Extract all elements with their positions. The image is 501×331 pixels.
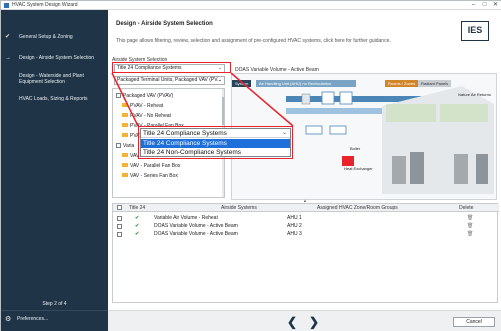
title-bar: HVAC System Design Wizard – □ ✕ — [1, 1, 501, 10]
dropdown-option[interactable]: Title 24 Compliance Systems — [141, 139, 290, 148]
wizard-window: HVAC System Design Wizard – □ ✕ ✔ Genera… — [0, 0, 501, 331]
step-label: Design - Waterside and Plant Equipment S… — [19, 73, 84, 85]
column-header[interactable]: Title 24 — [129, 204, 145, 212]
trash-icon[interactable]: 🗑 — [467, 222, 473, 230]
step-label: General Setup & Zoning — [19, 34, 73, 40]
system-name: Variable Air Volume - Reheat — [154, 215, 218, 221]
trash-icon[interactable]: 🗑 — [467, 214, 473, 222]
step-label: HVAC Loads, Sizing & Reports — [19, 96, 88, 102]
arrow-right-icon: → — [5, 55, 11, 61]
row-checkbox[interactable] — [117, 232, 122, 237]
window-title: HVAC System Design Wizard — [12, 2, 78, 8]
system-name: DOAS Variable Volume - Active Beam — [154, 231, 238, 237]
page-title: Design - Airside System Selection — [116, 21, 213, 27]
system-icon — [122, 163, 128, 167]
back-button[interactable]: ❮ — [286, 315, 298, 329]
column-header[interactable]: Airside Systems — [221, 204, 257, 212]
column-header[interactable]: Assigned HVAC Zone/Room Groups — [317, 204, 398, 212]
schematic-label: Nature Air Returns — [458, 92, 491, 97]
sidebar-divider — [1, 310, 108, 311]
close-button[interactable]: ✕ — [490, 1, 501, 10]
list-item[interactable]: Packaged VAV (PVAV) — [116, 93, 173, 99]
tree-checkbox[interactable] — [116, 93, 121, 98]
dropdown-option[interactable]: Title 24 Non-Compliance Systems — [141, 148, 290, 157]
zone-groups: AHU 3 — [287, 231, 302, 237]
next-button[interactable]: ❯ — [308, 315, 320, 329]
system-icon — [122, 113, 128, 117]
main-content: Design - Airside System Selection This p… — [108, 10, 501, 331]
system-icon — [122, 153, 128, 157]
table-row[interactable]: ✔ DOAS Variable Volume - Active Beam AHU… — [113, 230, 499, 238]
select-all-checkbox[interactable] — [117, 205, 122, 210]
category-value: Packaged Terminal Units, Packaged VAV (P… — [117, 77, 222, 83]
schematic-label: Boiler — [350, 146, 361, 151]
cancel-button[interactable]: Cancel — [453, 317, 495, 327]
schematic-label: Heat Exchanger — [344, 166, 373, 171]
trash-icon[interactable]: 🗑 — [467, 230, 473, 238]
minimize-button[interactable]: – — [468, 1, 479, 10]
system-icon — [122, 123, 128, 127]
table-row[interactable]: ✔ Variable Air Volume - Reheat AHU 1 🗑 — [113, 214, 499, 222]
list-item[interactable]: VAV - Series Fan Box — [122, 173, 178, 179]
gear-icon: ⚙ — [5, 316, 12, 323]
title24-check-icon: ✔ — [135, 215, 140, 221]
ies-logo: IES — [461, 21, 489, 41]
column-header[interactable]: Delete — [459, 204, 473, 212]
list-item[interactable]: Varia — [116, 143, 134, 149]
pane-splitter[interactable]: ▲ — [108, 198, 501, 203]
zone-groups: AHU 2 — [287, 223, 302, 229]
scrollbar-thumb[interactable] — [222, 97, 224, 125]
assigned-systems-table: Title 24 Airside Systems Assigned HVAC Z… — [112, 203, 499, 303]
chevron-down-icon: ⌄ — [281, 130, 287, 136]
page-description[interactable]: This page allows filtering, review, sele… — [116, 38, 391, 44]
chevron-down-icon: ⌄ — [217, 77, 222, 83]
app-icon — [4, 3, 9, 8]
system-icon — [122, 133, 128, 137]
wizard-sidebar: ✔ General Setup & Zoning → Design - Airs… — [1, 10, 108, 331]
maximize-button[interactable]: □ — [479, 1, 490, 10]
table-header: Title 24 Airside Systems Assigned HVAC Z… — [113, 204, 499, 212]
title24-check-icon: ✔ — [135, 231, 140, 237]
category-dropdown[interactable]: Packaged Terminal Units, Packaged VAV (P… — [114, 76, 225, 85]
system-icon — [122, 173, 128, 177]
list-item[interactable]: PVAV - No Reheat — [122, 113, 171, 119]
popup-current-value[interactable]: Title 24 Compliance Systems — [141, 129, 290, 138]
row-checkbox[interactable] — [117, 224, 122, 229]
zone-groups: AHU 1 — [287, 215, 302, 221]
title24-check-icon: ✔ — [135, 223, 140, 229]
tree-checkbox[interactable] — [116, 143, 121, 148]
step-label: Design - Airside System Selection — [19, 55, 95, 61]
check-icon: ✔ — [5, 34, 11, 40]
highlight-box — [112, 62, 231, 73]
system-icon — [122, 103, 128, 107]
preferences-label: Preferences... — [17, 316, 49, 322]
list-item[interactable]: VAV - Parallel Fan Box — [122, 163, 180, 169]
list-item[interactable]: PVAV - Reheat — [122, 103, 163, 109]
step-indicator: Step 2 of 4 — [42, 301, 67, 307]
filter-dropdown-popup[interactable]: Title 24 Compliance Systems ⌄ Title 24 C… — [140, 128, 291, 157]
wizard-footer: ❮ ❯ Cancel — [108, 310, 501, 331]
row-checkbox[interactable] — [117, 216, 122, 221]
system-name: DOAS Variable Volume - Active Beam — [154, 223, 238, 229]
table-row[interactable]: ✔ DOAS Variable Volume - Active Beam AHU… — [113, 222, 499, 230]
page-header: Design - Airside System Selection This p… — [108, 10, 501, 50]
